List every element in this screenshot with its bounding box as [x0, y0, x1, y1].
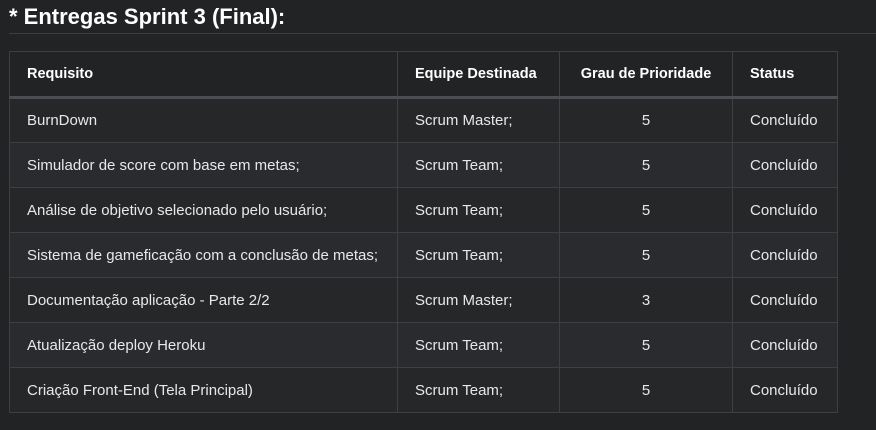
cell-prioridade: 5 [559, 322, 733, 368]
cell-requisito: BurnDown [9, 97, 398, 143]
cell-prioridade: 5 [559, 97, 733, 143]
cell-status: Concluído [732, 367, 838, 413]
cell-prioridade: 5 [559, 232, 733, 278]
cell-requisito: Criação Front-End (Tela Principal) [9, 367, 398, 413]
cell-equipe: Scrum Team; [397, 187, 560, 233]
cell-equipe: Scrum Team; [397, 367, 560, 413]
cell-status: Concluído [732, 97, 838, 143]
section-heading: * Entregas Sprint 3 (Final): [9, 4, 286, 29]
cell-requisito: Simulador de score com base em metas; [9, 142, 398, 188]
sprint-deliverables-table: Requisito Equipe Destinada Grau de Prior… [9, 51, 838, 413]
cell-requisito: Sistema de gameficação com a conclusão d… [9, 232, 398, 278]
cell-status: Concluído [732, 232, 838, 278]
cell-status: Concluído [732, 187, 838, 233]
cell-equipe: Scrum Master; [397, 97, 560, 143]
table-row: Simulador de score com base em metas; Sc… [9, 142, 838, 188]
table-row: BurnDown Scrum Master; 5 Concluído [9, 97, 838, 143]
cell-requisito: Atualização deploy Heroku [9, 322, 398, 368]
cell-requisito: Documentação aplicação - Parte 2/2 [9, 277, 398, 323]
table-body: BurnDown Scrum Master; 5 Concluído Simul… [9, 97, 838, 413]
cell-prioridade: 3 [559, 277, 733, 323]
cell-prioridade: 5 [559, 367, 733, 413]
column-header-status: Status [732, 51, 838, 99]
cell-equipe: Scrum Team; [397, 322, 560, 368]
cell-prioridade: 5 [559, 187, 733, 233]
table-row: Documentação aplicação - Parte 2/2 Scrum… [9, 277, 838, 323]
table-row: Atualização deploy Heroku Scrum Team; 5 … [9, 322, 838, 368]
cell-requisito: Análise de objetivo selecionado pelo usu… [9, 187, 398, 233]
cell-status: Concluído [732, 322, 838, 368]
cell-status: Concluído [732, 277, 838, 323]
column-header-requisito: Requisito [9, 51, 398, 99]
column-header-prioridade: Grau de Prioridade [559, 51, 733, 99]
table-row: Sistema de gameficação com a conclusão d… [9, 232, 838, 278]
cell-equipe: Scrum Master; [397, 277, 560, 323]
heading-divider [9, 33, 876, 34]
table-row: Criação Front-End (Tela Principal) Scrum… [9, 367, 838, 413]
table-header-row: Requisito Equipe Destinada Grau de Prior… [9, 51, 838, 99]
cell-status: Concluído [732, 142, 838, 188]
cell-prioridade: 5 [559, 142, 733, 188]
column-header-equipe: Equipe Destinada [397, 51, 560, 99]
table-row: Análise de objetivo selecionado pelo usu… [9, 187, 838, 233]
table-header: Requisito Equipe Destinada Grau de Prior… [9, 51, 838, 99]
page: * Entregas Sprint 3 (Final): Requisito E… [0, 0, 876, 430]
cell-equipe: Scrum Team; [397, 142, 560, 188]
cell-equipe: Scrum Team; [397, 232, 560, 278]
